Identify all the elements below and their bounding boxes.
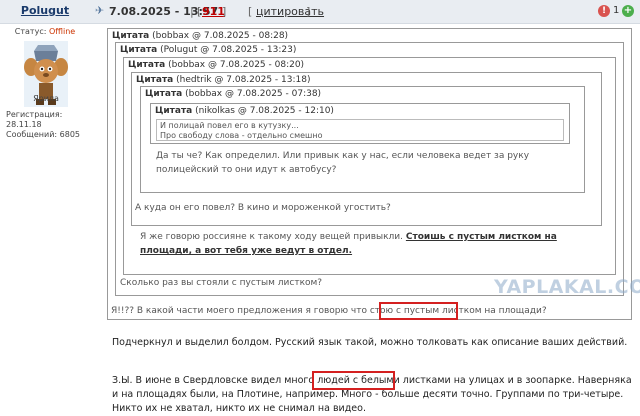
post-paragraph: Подчеркнул и выделил болдом. Русский язы… <box>112 337 628 348</box>
quote-header: Цитата (bobbax @ 7.08.2025 - 08:20) <box>128 60 304 70</box>
quote-label: Цитата <box>112 31 150 41</box>
watermark: YAPLAKAL.COM <box>494 276 640 298</box>
quote-meta: (bobbax @ 7.08.2025 - 08:28) <box>152 31 289 41</box>
quote-label: Цитата <box>120 45 158 55</box>
message-count: Сообщений: 6805 <box>6 130 80 139</box>
quote-text: Я же говорю россияне к такому ходу вещей… <box>140 230 608 258</box>
status-label: Статус: <box>14 27 47 36</box>
bracket-open: | <box>190 5 194 18</box>
quote-header: Цитата (hedtrik @ 7.08.2025 - 13:18) <box>136 75 310 85</box>
highlight-box <box>379 302 458 320</box>
quote-text-plain: Я!!?? В какой части моего предложения я … <box>111 306 401 316</box>
user-status: Статус: Offline <box>0 27 90 36</box>
quote-block-5: Цитата (bobbax @ 7.08.2025 - 07:38) Цита… <box>140 86 585 193</box>
minus-icon[interactable]: ! <box>598 5 610 17</box>
quote-text: Я!!?? В какой части моего предложения я … <box>111 304 626 318</box>
quote-meta: (hedtrik @ 7.08.2025 - 13:18) <box>176 75 311 85</box>
quote-header: Цитата (bobbax @ 7.08.2025 - 07:38) <box>145 89 321 99</box>
registration-date: Регистрация: 28.11.18 <box>6 110 63 129</box>
user-stats: Регистрация: 28.11.18 Сообщений: 6805 <box>6 110 92 140</box>
quote-meta: (nikolkas @ 7.08.2025 - 12:10) <box>195 106 334 116</box>
quote-label: Цитата <box>128 60 166 70</box>
post-header: Polugut ✈ 7.08.2025 - 13:57 | [ 911 ] [ … <box>0 0 640 24</box>
post-rating: 1 <box>613 5 620 16</box>
bracket: [ <box>248 5 253 18</box>
avatar-caption: Ярила <box>33 94 59 103</box>
quote-label: Цитата <box>155 106 193 116</box>
quote-text: Да ты че? Как определил. Или привык как … <box>156 151 530 175</box>
quote-label: Цитата <box>145 89 183 99</box>
quote-button[interactable]: цитировать <box>256 5 324 18</box>
bracket: ] <box>222 5 227 18</box>
quote-header: Цитата (nikolkas @ 7.08.2025 - 12:10) <box>155 106 334 116</box>
quote-inner-content: И полицай повел его в кутузку... Про сво… <box>156 119 564 141</box>
quote-header: Цитата (Polugut @ 7.08.2025 - 13:23) <box>120 45 296 55</box>
highlight-box <box>312 371 395 390</box>
quote-meta: (Polugut @ 7.08.2025 - 13:23) <box>160 45 297 55</box>
quote-block-4: Цитата (hedtrik @ 7.08.2025 - 13:18) Цит… <box>131 72 602 226</box>
quote-text: А куда он его повел? В кино и мороженкой… <box>135 203 391 213</box>
post-link-icon[interactable]: ✈ <box>95 5 107 17</box>
quote-text-plain: на площади? <box>484 306 547 316</box>
quote-text-plain: Я же говорю россияне к такому ходу вещей… <box>140 232 404 242</box>
quote-line: Про свободу слова - отдельно смешно <box>160 131 323 140</box>
status-value: Offline <box>48 27 76 36</box>
quote-meta: (bobbax @ 7.08.2025 - 08:20) <box>168 60 305 70</box>
quote-header: Цитата (bobbax @ 7.08.2025 - 08:28) <box>112 31 288 41</box>
forum-post: Polugut ✈ 7.08.2025 - 13:57 | [ 911 ] [ … <box>0 0 640 416</box>
quote-block-3: Цитата (bobbax @ 7.08.2025 - 08:20) Цита… <box>123 57 616 275</box>
author-link[interactable]: Polugut <box>0 4 90 17</box>
quote-label: Цитата <box>136 75 174 85</box>
bracket: [ <box>197 5 202 18</box>
quote-block-6: Цитата (nikolkas @ 7.08.2025 - 12:10) И … <box>150 103 570 144</box>
bracket: ] <box>306 5 311 18</box>
quote-block-2: Цитата (Polugut @ 7.08.2025 - 13:23) Цит… <box>115 42 624 296</box>
plus-icon[interactable]: + <box>622 5 634 17</box>
quote-meta: (bobbax @ 7.08.2025 - 07:38) <box>185 89 322 99</box>
